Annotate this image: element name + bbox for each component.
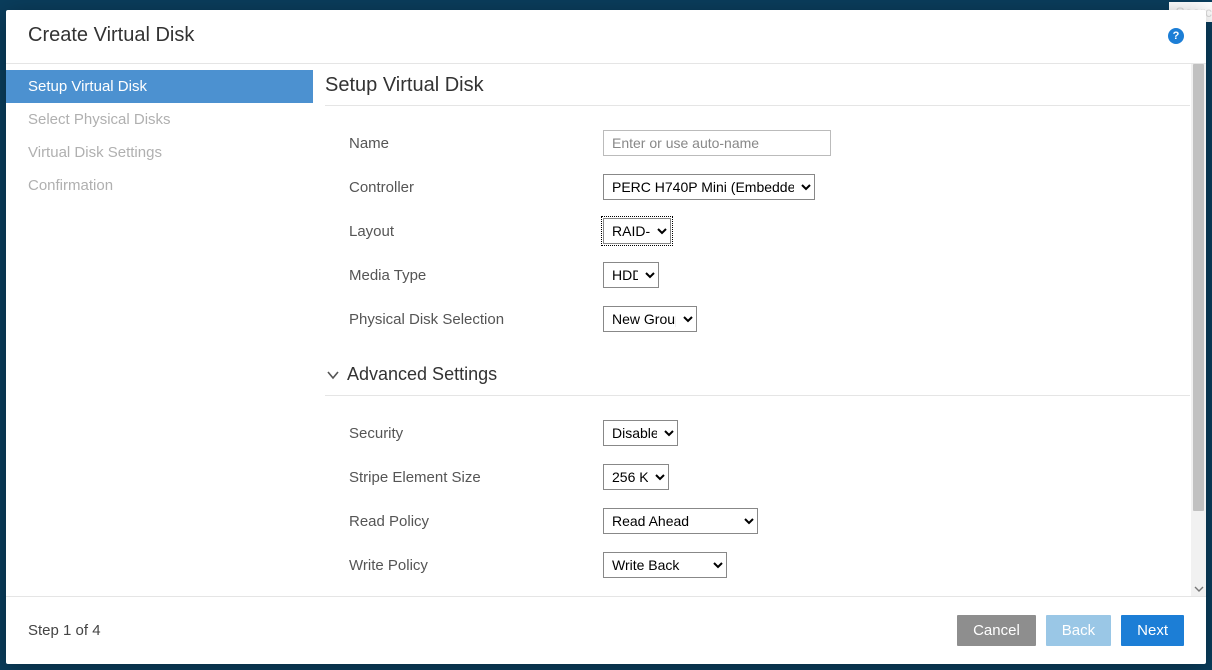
write-policy-select[interactable]: Write Back (603, 552, 727, 578)
field-row-write-policy: Write Policy Write Back (325, 552, 1190, 578)
controller-select[interactable]: PERC H740P Mini (Embedded) (603, 174, 815, 200)
label-name: Name (349, 135, 603, 152)
next-button[interactable]: Next (1121, 615, 1184, 646)
field-row-stripe: Stripe Element Size 256 KB (325, 464, 1190, 490)
modal-header: Create Virtual Disk ? (6, 10, 1206, 64)
pd-selection-select[interactable]: New Group (603, 306, 697, 332)
label-read-policy: Read Policy (349, 513, 603, 530)
label-pd-selection: Physical Disk Selection (349, 311, 603, 328)
content-area: Setup Virtual Disk Name Controller PERC … (313, 64, 1206, 596)
cancel-button[interactable]: Cancel (957, 615, 1036, 646)
chevron-down-icon (325, 367, 341, 383)
label-security: Security (349, 425, 603, 442)
wizard-step-confirmation: Confirmation (6, 169, 313, 202)
field-row-security: Security Disabled (325, 420, 1190, 446)
step-indicator: Step 1 of 4 (28, 622, 101, 639)
wizard-step-setup-virtual-disk[interactable]: Setup Virtual Disk (6, 70, 313, 103)
footer-buttons: Cancel Back Next (957, 615, 1184, 646)
chevron-down-icon (1194, 584, 1204, 594)
wizard-step-select-physical-disks: Select Physical Disks (6, 103, 313, 136)
scrollbar-thumb[interactable] (1193, 64, 1204, 511)
label-write-policy: Write Policy (349, 557, 603, 574)
security-select[interactable]: Disabled (603, 420, 678, 446)
layout-select[interactable]: RAID-1 (603, 218, 671, 244)
modal-footer: Step 1 of 4 Cancel Back Next (6, 596, 1206, 664)
label-controller: Controller (349, 179, 603, 196)
read-policy-select[interactable]: Read Ahead (603, 508, 758, 534)
field-row-media-type: Media Type HDD (325, 262, 1190, 288)
modal-title: Create Virtual Disk (28, 24, 194, 47)
stripe-size-select[interactable]: 256 KB (603, 464, 669, 490)
field-row-controller: Controller PERC H740P Mini (Embedded) (325, 174, 1190, 200)
field-row-pd-selection: Physical Disk Selection New Group (325, 306, 1190, 332)
help-icon[interactable]: ? (1168, 28, 1184, 44)
modal-body: Setup Virtual Disk Select Physical Disks… (6, 64, 1206, 596)
media-type-select[interactable]: HDD (603, 262, 659, 288)
wizard-steps-sidebar: Setup Virtual Disk Select Physical Disks… (6, 64, 313, 596)
advanced-settings-toggle[interactable]: Advanced Settings (325, 356, 1190, 396)
label-layout: Layout (349, 223, 603, 240)
scrollbar-down-button[interactable] (1191, 581, 1206, 596)
section-heading: Setup Virtual Disk (325, 74, 1190, 106)
scrollbar-track[interactable] (1191, 64, 1206, 596)
name-input[interactable] (603, 130, 831, 156)
wizard-step-virtual-disk-settings: Virtual Disk Settings (6, 136, 313, 169)
advanced-settings-heading: Advanced Settings (347, 364, 497, 385)
field-row-read-policy: Read Policy Read Ahead (325, 508, 1190, 534)
back-button[interactable]: Back (1046, 615, 1111, 646)
create-virtual-disk-modal: Create Virtual Disk ? Setup Virtual Disk… (6, 10, 1206, 664)
label-media-type: Media Type (349, 267, 603, 284)
field-row-name: Name (325, 130, 1190, 156)
field-row-layout: Layout RAID-1 (325, 218, 1190, 244)
label-stripe: Stripe Element Size (349, 469, 603, 486)
